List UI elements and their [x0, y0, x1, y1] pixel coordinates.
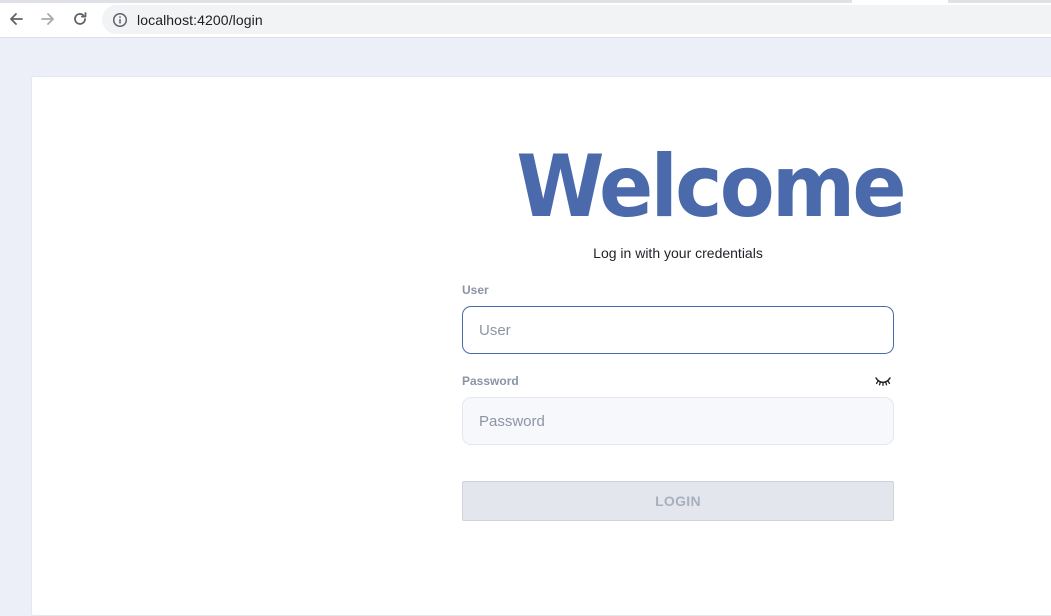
login-button[interactable]: LOGIN: [462, 481, 894, 521]
arrow-left-icon: [10, 13, 23, 25]
back-button[interactable]: [5, 8, 27, 30]
password-label: Password: [462, 374, 519, 388]
eye-closed-icon: [875, 377, 891, 387]
password-input[interactable]: [462, 397, 894, 445]
forward-button[interactable]: [37, 8, 59, 30]
password-visibility-toggle[interactable]: [874, 374, 892, 388]
login-subtitle: Log in with your credentials: [593, 245, 763, 261]
welcome-title: Welcome: [516, 137, 906, 237]
browser-toolbar: localhost:4200/login: [0, 0, 1051, 38]
url-text[interactable]: localhost:4200/login: [137, 12, 263, 28]
reload-icon: [74, 12, 87, 25]
address-bar[interactable]: localhost:4200/login: [102, 5, 1051, 34]
arrow-right-icon: [41, 13, 54, 25]
tab-strip: [0, 0, 1051, 3]
active-tab-indicator[interactable]: [852, 0, 948, 3]
user-input[interactable]: [462, 306, 894, 354]
login-card: Welcome Log in with your credentials Use…: [31, 76, 1051, 616]
user-label: User: [462, 283, 489, 297]
info-circle-icon[interactable]: [112, 12, 128, 28]
reload-button[interactable]: [69, 8, 91, 30]
